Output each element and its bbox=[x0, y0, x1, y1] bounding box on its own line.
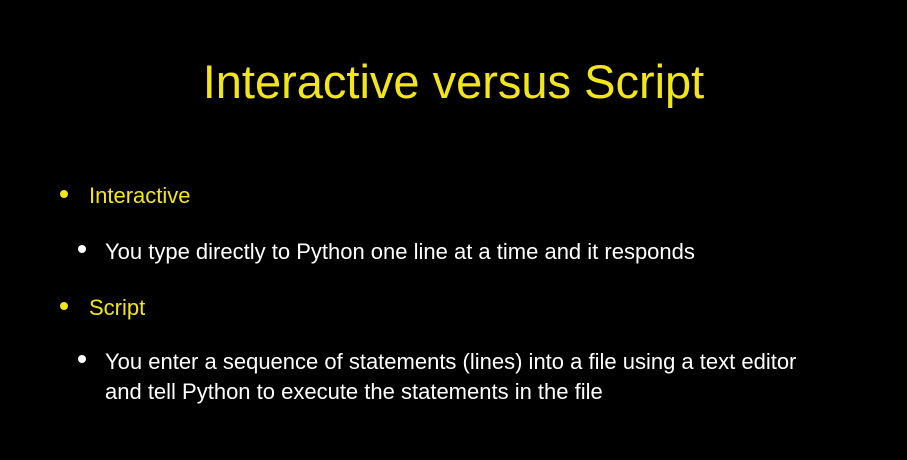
sub-bullet-dot-icon bbox=[78, 355, 86, 363]
bullet-label: Interactive bbox=[89, 183, 191, 208]
bullet-label: Script bbox=[89, 295, 146, 320]
bullet-item-script: Script bbox=[60, 294, 145, 322]
sub-bullet-item-script: You enter a sequence of statements (line… bbox=[78, 347, 838, 407]
sub-bullet-text: You type directly to Python one line at … bbox=[105, 239, 695, 264]
bullet-dot-icon bbox=[60, 302, 68, 310]
sub-bullet-text: You enter a sequence of statements (line… bbox=[105, 349, 797, 404]
sub-bullet-dot-icon bbox=[78, 245, 86, 253]
slide-title: Interactive versus Script bbox=[202, 55, 705, 108]
sub-bullet-item-interactive: You type directly to Python one line at … bbox=[78, 237, 868, 267]
bullet-item-interactive: Interactive bbox=[60, 182, 191, 210]
slide: Interactive versus Script Interactive Yo… bbox=[0, 0, 907, 460]
bullet-dot-icon bbox=[60, 190, 68, 198]
